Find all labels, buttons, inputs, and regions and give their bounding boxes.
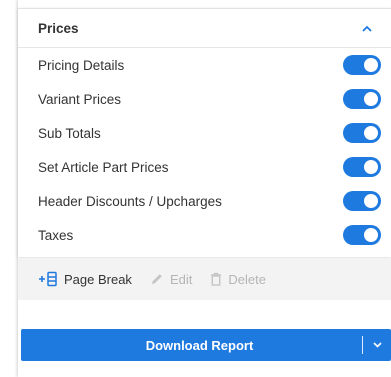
chevron-down-icon[interactable] xyxy=(363,329,391,361)
option-label: Set Article Part Prices xyxy=(38,159,169,175)
edit-label: Edit xyxy=(169,271,193,287)
toggle-knob xyxy=(364,58,378,72)
option-row-sub-totals: Sub Totals xyxy=(18,116,391,150)
section-toolbar: Page Break Edit Delete xyxy=(18,258,391,300)
option-row-variant-prices: Variant Prices xyxy=(18,82,391,116)
trash-icon xyxy=(210,272,222,286)
option-row-header-discounts: Header Discounts / Upcharges xyxy=(18,184,391,218)
download-report-split-button: Download Report xyxy=(21,329,391,361)
page-break-button[interactable]: Page Break xyxy=(38,271,132,287)
option-row-taxes: Taxes xyxy=(18,218,391,252)
option-row-set-article-part-prices: Set Article Part Prices xyxy=(18,150,391,184)
option-row-pricing-details: Pricing Details xyxy=(18,48,391,82)
page-break-label: Page Break xyxy=(64,271,132,287)
toggle-knob xyxy=(364,228,378,242)
toggle-knob xyxy=(364,92,378,106)
set-article-part-prices-toggle[interactable] xyxy=(343,157,381,177)
option-label: Header Discounts / Upcharges xyxy=(38,193,222,209)
prices-section-header[interactable]: Prices xyxy=(18,9,391,48)
toggle-knob xyxy=(364,194,378,208)
edit-button[interactable]: Edit xyxy=(150,272,192,287)
variant-prices-toggle[interactable] xyxy=(343,89,381,109)
add-page-break-icon xyxy=(38,271,58,287)
header-discounts-toggle[interactable] xyxy=(343,191,381,211)
prices-section-title: Prices xyxy=(38,20,79,36)
toggle-knob xyxy=(364,160,378,174)
prices-section: Prices Pricing Details Variant Prices Su… xyxy=(18,8,391,257)
option-label: Variant Prices xyxy=(38,91,122,107)
sub-totals-toggle[interactable] xyxy=(343,123,381,143)
delete-label: Delete xyxy=(228,271,266,287)
toggle-knob xyxy=(364,126,378,140)
option-label: Sub Totals xyxy=(38,125,101,141)
download-report-button[interactable]: Download Report xyxy=(21,338,362,353)
chevron-up-icon[interactable] xyxy=(361,22,373,34)
option-label: Taxes xyxy=(38,227,74,243)
report-settings-panel: Prices Pricing Details Variant Prices Su… xyxy=(18,0,391,377)
pencil-icon xyxy=(150,272,164,286)
taxes-toggle[interactable] xyxy=(343,225,381,245)
pricing-details-toggle[interactable] xyxy=(343,55,381,75)
delete-button[interactable]: Delete xyxy=(210,272,266,287)
option-label: Pricing Details xyxy=(38,57,125,73)
